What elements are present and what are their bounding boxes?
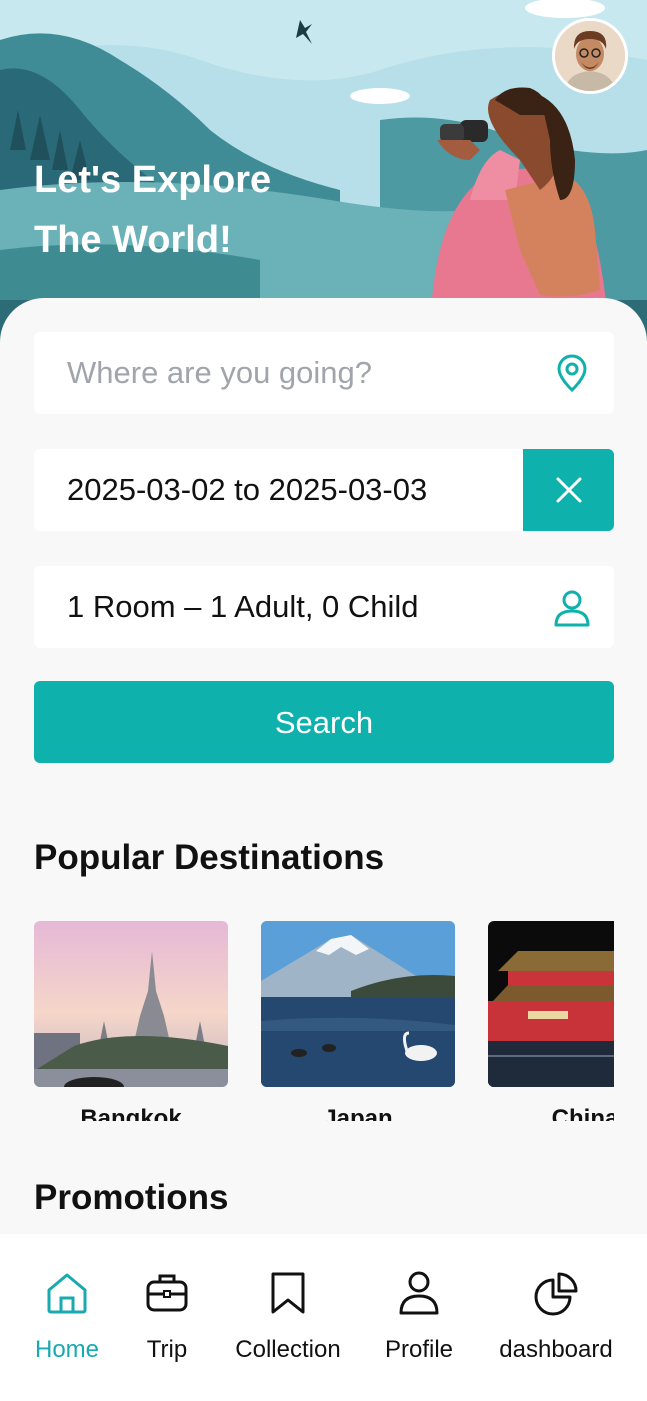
nav-item-profile[interactable]: Profile	[380, 1270, 458, 1364]
briefcase-icon	[146, 1274, 188, 1312]
destination-placeholder[interactable]: Where are you going?	[67, 332, 372, 414]
search-button[interactable]: Search	[34, 681, 614, 763]
nav-label: Collection	[235, 1336, 341, 1363]
nav-item-trip[interactable]: Trip	[140, 1270, 194, 1364]
destination-image-bangkok	[34, 921, 228, 1087]
pie-chart-icon	[534, 1272, 578, 1316]
destination-image-japan	[261, 921, 455, 1087]
user-icon	[399, 1271, 439, 1315]
destination-image-china	[488, 921, 614, 1087]
destination-name: Japan	[323, 1105, 393, 1121]
close-icon	[556, 477, 581, 503]
user-icon	[554, 590, 590, 627]
nav-item-collection[interactable]: Collection	[230, 1270, 346, 1364]
destination-card-china[interactable]: China	[488, 921, 614, 1121]
nav-label: Trip	[146, 1336, 188, 1363]
guests-value[interactable]: 1 Room – 1 Adult, 0 Child	[67, 566, 419, 648]
location-pin-icon	[557, 354, 587, 393]
destination-card-japan[interactable]: Japan	[261, 921, 455, 1121]
date-range-field[interactable]: 2025-03-02 to 2025-03-03	[34, 449, 614, 531]
destination-card-bangkok[interactable]: Bangkok	[34, 921, 228, 1121]
clear-dates-button[interactable]	[523, 449, 614, 531]
guests-field[interactable]: 1 Room – 1 Adult, 0 Child	[34, 566, 614, 648]
home-icon	[47, 1273, 87, 1314]
destination-name: China	[551, 1105, 614, 1121]
destination-field[interactable]: Where are you going?	[34, 332, 614, 414]
avatar[interactable]	[552, 18, 628, 94]
avatar-image	[555, 21, 625, 91]
nav-item-home[interactable]: Home	[30, 1270, 104, 1364]
destinations-carousel[interactable]: Bangkok Japan China	[34, 921, 614, 1121]
popular-destinations-title: Popular Destinations	[34, 838, 385, 877]
hero-title-line2: The World!	[34, 219, 232, 261]
hero-title-line1: Let's Explore	[34, 159, 272, 201]
hero-title: Let's Explore The World!	[34, 150, 271, 270]
nav-label: dashboard	[499, 1336, 613, 1363]
nav-item-dashboard[interactable]: dashboard	[494, 1270, 618, 1364]
nav-label: Home	[34, 1336, 100, 1363]
bookmark-icon	[271, 1272, 305, 1314]
hero-banner: Let's Explore The World!	[0, 0, 647, 345]
promotions-title: Promotions	[34, 1178, 229, 1217]
destination-name: Bangkok	[80, 1105, 182, 1121]
date-range-value[interactable]: 2025-03-02 to 2025-03-03	[67, 449, 427, 531]
bottom-nav: Home Trip Collection Profile dashboard	[0, 1234, 647, 1401]
nav-label: Profile	[384, 1336, 454, 1363]
